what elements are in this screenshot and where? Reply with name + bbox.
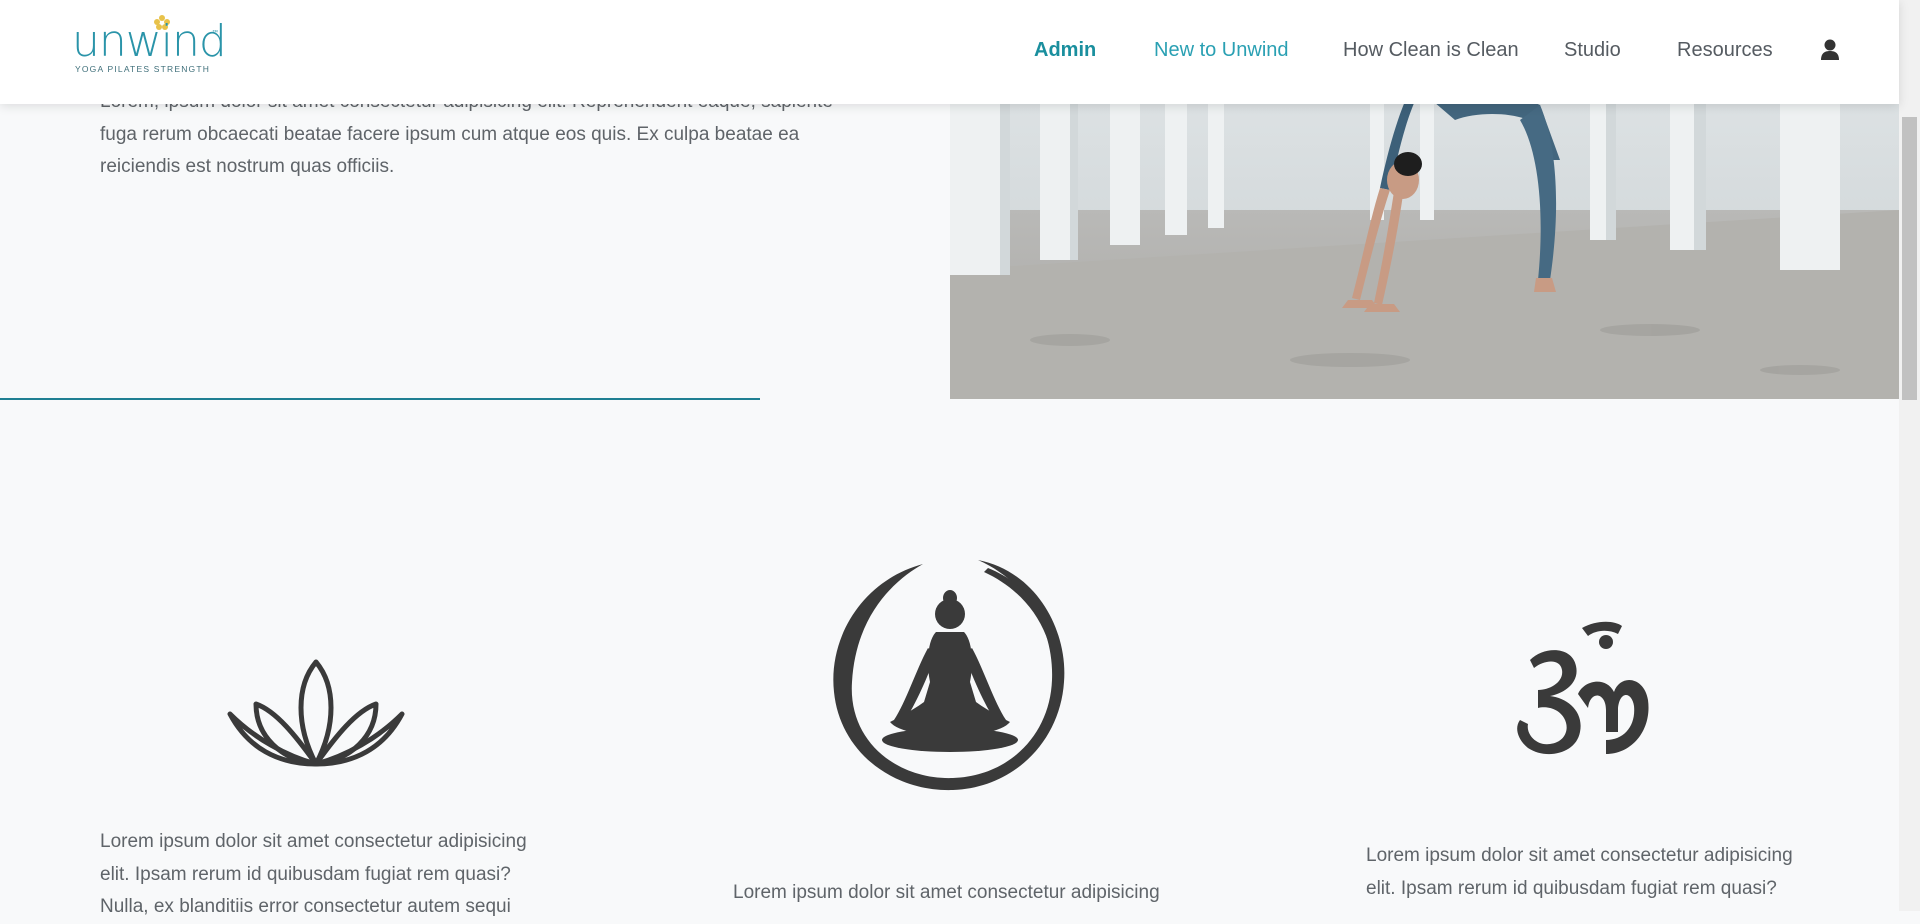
- hero-photo: [950, 60, 1899, 399]
- user-icon[interactable]: [1820, 39, 1840, 61]
- meditation-icon: [833, 560, 1065, 791]
- brand-logo[interactable]: unwind ™ YOGA PILATES STRENGTH: [72, 14, 227, 78]
- brand-name: unwind: [72, 16, 227, 67]
- om-icon: [1517, 621, 1649, 755]
- nav-item-new-to-unwind[interactable]: New to Unwind: [1154, 38, 1289, 62]
- lotus-icon: [227, 659, 405, 767]
- nav-item-resources[interactable]: Resources: [1677, 38, 1773, 62]
- navbar: unwind ™ YOGA PILATES STRENGTH Admin New…: [0, 0, 1899, 104]
- nav-item-how-clean-is-clean[interactable]: How Clean is Clean: [1343, 38, 1519, 62]
- brand-trademark: ™: [212, 30, 218, 36]
- woman-in-yoga-backbend-photo: [950, 60, 1899, 399]
- nav-item-admin[interactable]: Admin: [1034, 38, 1096, 62]
- scrollbar-thumb[interactable]: [1902, 117, 1917, 400]
- feature-text-3: Lorem ipsum dolor sit amet consectetur a…: [1366, 845, 1793, 899]
- nav-item-studio[interactable]: Studio: [1564, 38, 1621, 62]
- brand-tagline: YOGA PILATES STRENGTH: [75, 64, 211, 74]
- section-divider: [0, 398, 760, 400]
- feature-text-2: Lorem ipsum dolor sit amet consectetur a…: [733, 882, 1160, 903]
- feature-text-1: Lorem ipsum dolor sit amet consectetur a…: [100, 831, 527, 917]
